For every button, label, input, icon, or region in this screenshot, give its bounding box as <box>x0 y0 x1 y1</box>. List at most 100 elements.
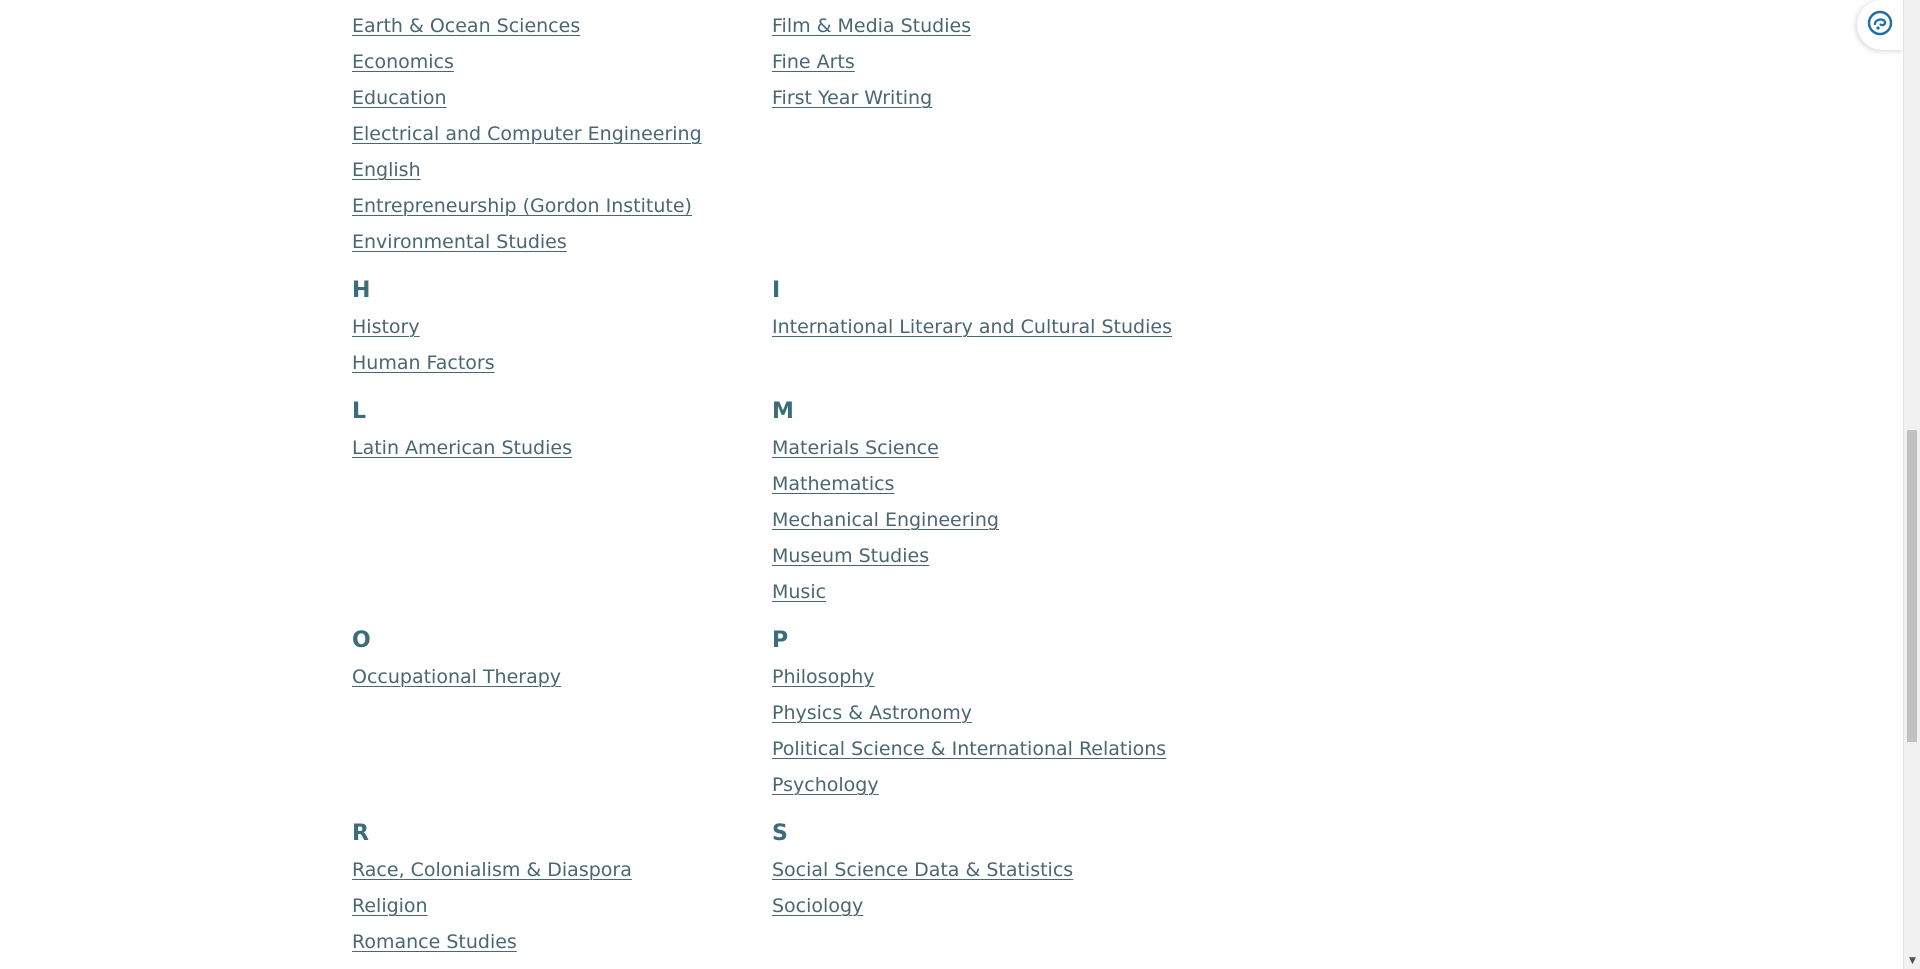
link-list-r: Race, Colonialism & Diaspora Religion Ro… <box>352 852 772 960</box>
link-list-h: History Human Factors <box>352 309 772 381</box>
index-row-h-i: H History Human Factors I International … <box>352 277 1252 381</box>
list-item: Music <box>772 574 1252 610</box>
letter-heading-h: H <box>352 278 371 303</box>
accessibility-assist-icon <box>1867 10 1893 40</box>
list-item: Philosophy <box>772 659 1252 695</box>
list-item: International Literary and Cultural Stud… <box>772 309 1252 345</box>
dept-link-first-year-writing[interactable]: First Year Writing <box>772 87 932 109</box>
dept-link-history[interactable]: History <box>352 316 420 338</box>
list-item: English <box>352 152 772 188</box>
dept-link-physics-astronomy[interactable]: Physics & Astronomy <box>772 702 972 724</box>
link-list-i: International Literary and Cultural Stud… <box>772 309 1252 345</box>
list-item: Entrepreneurship (Gordon Institute) <box>352 188 772 224</box>
letter-heading-e: E <box>352 0 772 4</box>
list-item: Fine Arts <box>772 44 1252 80</box>
list-item: Human Factors <box>352 345 772 381</box>
list-item: Electrical and Computer Engineering <box>352 116 772 152</box>
accessibility-button[interactable] <box>1857 0 1903 50</box>
dept-link-fine-arts[interactable]: Fine Arts <box>772 51 855 73</box>
link-list-e: Earth & Ocean Sciences Economics Educati… <box>352 8 772 260</box>
index-group-s: S Social Science Data & Statistics Socio… <box>772 820 1252 960</box>
list-item: Sociology <box>772 888 1252 924</box>
list-item: Race, Colonialism & Diaspora <box>352 852 772 888</box>
list-item: Latin American Studies <box>352 430 772 466</box>
dept-link-latin-american-studies[interactable]: Latin American Studies <box>352 437 572 459</box>
scroll-down-arrow-icon[interactable]: ▼ <box>1904 953 1920 969</box>
list-item: Museum Studies <box>772 538 1252 574</box>
dept-link-occupational-therapy[interactable]: Occupational Therapy <box>352 666 561 688</box>
dept-link-international-literary-cultural-studies[interactable]: International Literary and Cultural Stud… <box>772 316 1172 338</box>
dept-link-materials-science[interactable]: Materials Science <box>772 437 939 459</box>
dept-link-psychology[interactable]: Psychology <box>772 774 879 796</box>
dept-link-environmental-studies[interactable]: Environmental Studies <box>352 231 567 253</box>
letter-heading-r: R <box>352 821 369 846</box>
page-viewport: E Earth & Ocean Sciences Economics Educa… <box>0 0 1920 969</box>
dept-link-economics[interactable]: Economics <box>352 51 454 73</box>
department-index: E Earth & Ocean Sciences Economics Educa… <box>352 0 1252 969</box>
index-group-i: I International Literary and Cultural St… <box>772 277 1252 381</box>
index-group-l: L Latin American Studies <box>352 398 772 610</box>
dept-link-philosophy[interactable]: Philosophy <box>772 666 875 688</box>
link-list-o: Occupational Therapy <box>352 659 772 695</box>
index-group-h: H History Human Factors <box>352 277 772 381</box>
letter-heading-i: I <box>772 278 781 303</box>
dept-link-romance-studies[interactable]: Romance Studies <box>352 931 517 953</box>
letter-heading-l: L <box>352 399 367 424</box>
dept-link-mechanical-engineering[interactable]: Mechanical Engineering <box>772 509 999 531</box>
link-list-m: Materials Science Mathematics Mechanical… <box>772 430 1252 610</box>
dept-link-museum-studies[interactable]: Museum Studies <box>772 545 929 567</box>
index-row-l-m: L Latin American Studies M Materials Sci… <box>352 398 1252 610</box>
link-list-s: Social Science Data & Statistics Sociolo… <box>772 852 1252 924</box>
dept-link-social-science-data-statistics[interactable]: Social Science Data & Statistics <box>772 859 1073 881</box>
letter-heading-s: S <box>772 821 788 846</box>
list-item: History <box>352 309 772 345</box>
dept-link-human-factors[interactable]: Human Factors <box>352 352 495 374</box>
dept-link-entrepreneurship[interactable]: Entrepreneurship (Gordon Institute) <box>352 195 692 217</box>
letter-heading-f: F <box>772 0 1252 4</box>
list-item: Mathematics <box>772 466 1252 502</box>
dept-link-english[interactable]: English <box>352 159 421 181</box>
list-item: Political Science & International Relati… <box>772 731 1252 767</box>
dept-link-race-colonialism-diaspora[interactable]: Race, Colonialism & Diaspora <box>352 859 632 881</box>
vertical-scrollbar[interactable]: ▼ <box>1903 0 1920 969</box>
dept-link-music[interactable]: Music <box>772 581 826 603</box>
list-item: Religion <box>352 888 772 924</box>
dept-link-religion[interactable]: Religion <box>352 895 428 917</box>
index-group-o: O Occupational Therapy <box>352 627 772 803</box>
dept-link-sociology[interactable]: Sociology <box>772 895 863 917</box>
list-item: Film & Media Studies <box>772 8 1252 44</box>
list-item: Mechanical Engineering <box>772 502 1252 538</box>
dept-link-film-media-studies[interactable]: Film & Media Studies <box>772 15 971 37</box>
letter-heading-m: M <box>772 399 794 424</box>
list-item: Psychology <box>772 767 1252 803</box>
index-group-r: R Race, Colonialism & Diaspora Religion … <box>352 820 772 960</box>
list-item: Physics & Astronomy <box>772 695 1252 731</box>
letter-heading-p: P <box>772 628 789 653</box>
list-item: Education <box>352 80 772 116</box>
list-item: Economics <box>352 44 772 80</box>
list-item: First Year Writing <box>772 80 1252 116</box>
dept-link-political-science[interactable]: Political Science & International Relati… <box>772 738 1166 760</box>
index-group-f: F Film & Media Studies Fine Arts First Y… <box>772 0 1252 260</box>
list-item: Materials Science <box>772 430 1252 466</box>
index-row-o-p: O Occupational Therapy P Philosophy Phys… <box>352 627 1252 803</box>
list-item: Environmental Studies <box>352 224 772 260</box>
index-row-e-f: E Earth & Ocean Sciences Economics Educa… <box>352 0 1252 260</box>
dept-link-mathematics[interactable]: Mathematics <box>772 473 894 495</box>
link-list-p: Philosophy Physics & Astronomy Political… <box>772 659 1252 803</box>
link-list-f: Film & Media Studies Fine Arts First Yea… <box>772 8 1252 116</box>
list-item: Occupational Therapy <box>352 659 772 695</box>
scrollbar-thumb[interactable] <box>1907 430 1917 742</box>
list-item: Earth & Ocean Sciences <box>352 8 772 44</box>
index-group-e: E Earth & Ocean Sciences Economics Educa… <box>352 0 772 260</box>
index-group-p: P Philosophy Physics & Astronomy Politic… <box>772 627 1252 803</box>
index-group-m: M Materials Science Mathematics Mechanic… <box>772 398 1252 610</box>
letter-heading-o: O <box>352 628 371 653</box>
dept-link-electrical-computer-engineering[interactable]: Electrical and Computer Engineering <box>352 123 702 145</box>
dept-link-education[interactable]: Education <box>352 87 447 109</box>
dept-link-earth-ocean-sciences[interactable]: Earth & Ocean Sciences <box>352 15 580 37</box>
index-row-r-s: R Race, Colonialism & Diaspora Religion … <box>352 820 1252 960</box>
list-item: Social Science Data & Statistics <box>772 852 1252 888</box>
list-item: Romance Studies <box>352 924 772 960</box>
link-list-l: Latin American Studies <box>352 430 772 466</box>
